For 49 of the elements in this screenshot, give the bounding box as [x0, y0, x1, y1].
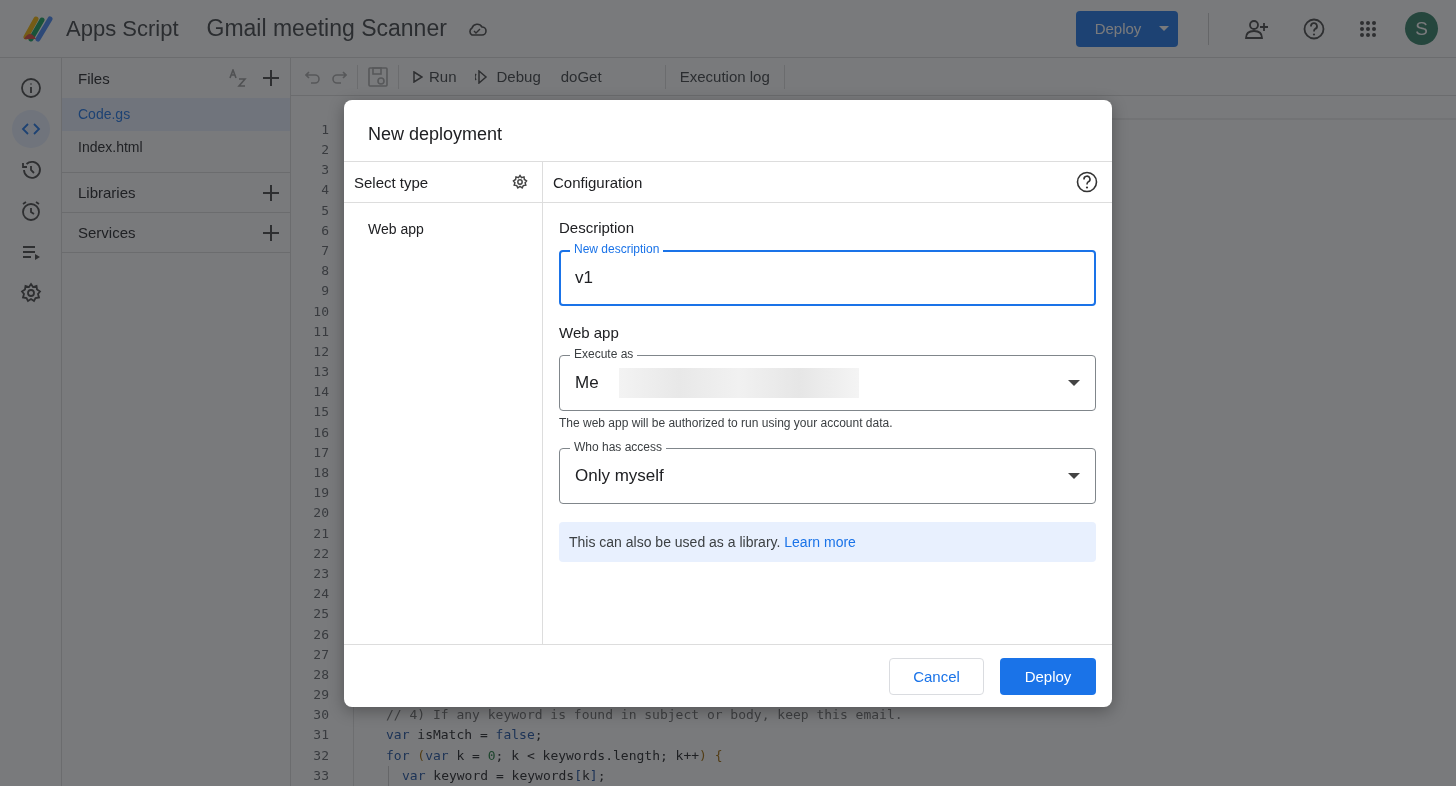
info-text: This can also be used as a library. Learn more [569, 534, 856, 550]
select-type-heading: Select type [354, 173, 429, 191]
code-icon[interactable] [11, 110, 50, 148]
deploy-button[interactable]: Deploy [1076, 10, 1178, 47]
help-icon[interactable] [1076, 171, 1098, 193]
line-number: 32 [291, 745, 354, 766]
sort-icon[interactable] [228, 69, 248, 87]
cloud-icon [466, 21, 487, 36]
description-field[interactable]: New description v1 [559, 242, 1096, 306]
description-heading: Description [559, 219, 636, 236]
app-name: Apps Script [66, 15, 179, 42]
code-line: var isMatch = false; [385, 726, 543, 745]
web-app-heading: Web app [559, 324, 620, 341]
files-heading: Files [78, 69, 110, 87]
section-heading: Services [78, 224, 136, 241]
dialog-title: New deployment [344, 100, 1112, 162]
undo-icon[interactable] [305, 69, 321, 84]
deploy-button[interactable]: Deploy [1000, 657, 1096, 695]
caret-icon [1068, 380, 1080, 386]
debug-button[interactable]: Debug [470, 68, 545, 85]
line-number: 31 [291, 725, 354, 746]
project-title[interactable]: Gmail meeting Scanner [206, 15, 447, 42]
avatar[interactable]: S [1405, 12, 1438, 45]
add-icon[interactable] [262, 183, 280, 202]
redo-icon[interactable] [331, 69, 347, 84]
save-icon[interactable] [368, 66, 388, 87]
play-icon [413, 70, 423, 83]
add-icon[interactable] [262, 69, 280, 87]
helper-text: The web app will be authorized to run using your account data. [559, 416, 894, 430]
caret-icon [1159, 26, 1170, 31]
function-dropdown[interactable]: doGet [554, 67, 655, 86]
file-item[interactable]: Code.gs [62, 98, 290, 131]
caret-icon [1068, 473, 1080, 479]
add-icon[interactable] [262, 223, 280, 242]
code-line: for (var k = 0; k < keywords.length; k++) { [385, 746, 723, 765]
execution-log-button[interactable]: Execution log [675, 68, 774, 85]
run-button[interactable]: Run [409, 68, 461, 85]
line-number: 33 [291, 765, 354, 786]
add-person-icon[interactable] [1245, 18, 1269, 39]
access-dropdown[interactable]: Who has access Only myself [559, 440, 1096, 504]
settings-icon[interactable] [512, 174, 528, 190]
logo-icon [22, 14, 56, 43]
configuration-heading: Configuration [553, 173, 643, 191]
cancel-button[interactable]: Cancel [889, 657, 984, 695]
section-heading: Libraries [78, 184, 136, 201]
file-item[interactable]: Index.html [62, 131, 290, 164]
apps-grid-icon[interactable] [1359, 19, 1377, 38]
learn-more-link[interactable]: Learn more [784, 534, 856, 550]
execute-as-dropdown[interactable]: Execute as Me [559, 347, 1096, 411]
